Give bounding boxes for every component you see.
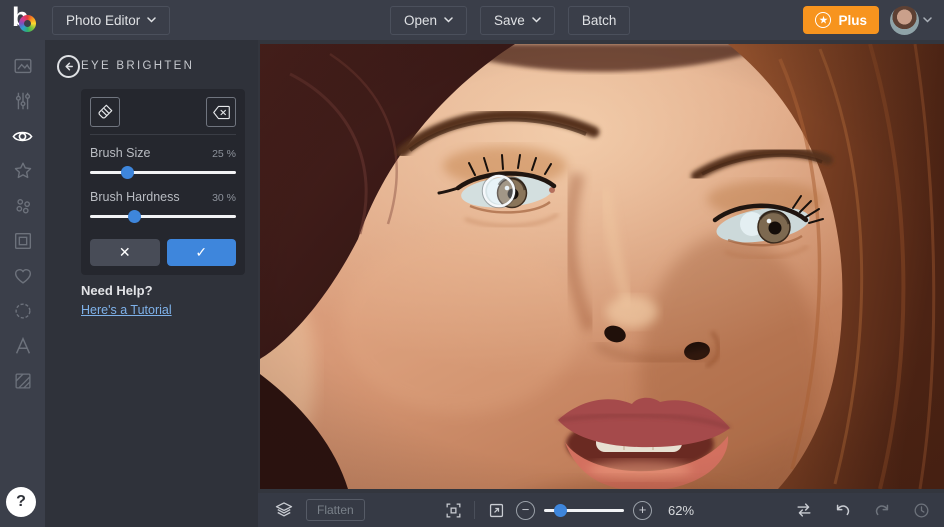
sidebar-item-adjust[interactable] xyxy=(0,85,45,120)
sidebar-item-frames[interactable] xyxy=(0,225,45,260)
photo-icon xyxy=(12,55,34,80)
chevron-down-icon xyxy=(532,17,541,23)
paintbrush-icon xyxy=(96,103,114,121)
frame-icon xyxy=(12,230,34,255)
heart-icon xyxy=(12,265,34,290)
back-button[interactable] xyxy=(57,55,80,78)
sidebar-item-overlays[interactable] xyxy=(0,295,45,330)
apply-button[interactable]: ✓ xyxy=(167,239,237,266)
sidebar-item-edit[interactable] xyxy=(0,50,45,85)
open-in-new-icon xyxy=(487,501,506,520)
batch-button[interactable]: Batch xyxy=(568,6,631,35)
tool-rail: ? xyxy=(0,40,45,527)
open-button[interactable]: Open xyxy=(390,6,467,35)
brush-settings-card: Brush Size 25 % Brush Hardness 30 % ✕ xyxy=(81,89,245,275)
logo-color-wheel-icon xyxy=(19,15,36,32)
need-help-heading: Need Help? xyxy=(81,283,172,298)
zoom-in-button[interactable]: + xyxy=(633,501,652,520)
zoom-slider-handle[interactable] xyxy=(554,504,567,517)
sliders-icon xyxy=(12,90,34,115)
help-button[interactable]: ? xyxy=(6,487,36,517)
sidebar-item-textures[interactable] xyxy=(0,365,45,400)
avatar xyxy=(890,6,919,35)
clock-history-icon xyxy=(912,501,931,520)
dots-cluster-icon xyxy=(12,195,34,220)
star-icon xyxy=(12,160,34,185)
brush-hardness-slider-handle[interactable] xyxy=(128,210,141,223)
chevron-down-icon xyxy=(147,17,156,23)
app-switcher-button[interactable]: Photo Editor xyxy=(52,6,170,35)
canvas-area: Flatten − + xyxy=(258,40,944,527)
backspace-erase-icon xyxy=(212,104,231,121)
portrait-photo[interactable] xyxy=(260,44,944,489)
fullscreen-button[interactable] xyxy=(483,497,509,523)
sidebar-item-text[interactable] xyxy=(0,330,45,365)
brush-tool-button[interactable] xyxy=(90,97,120,127)
brush-size-slider-handle[interactable] xyxy=(121,166,134,179)
sidebar-item-effects[interactable] xyxy=(0,155,45,190)
canvas-toolbar: Flatten − + xyxy=(258,493,944,527)
history-button[interactable] xyxy=(908,497,934,523)
star-badge-icon: ★ xyxy=(815,12,831,28)
brush-size-slider[interactable] xyxy=(90,166,236,179)
layers-icon xyxy=(274,500,294,520)
texture-icon xyxy=(12,370,34,395)
fit-screen-icon xyxy=(444,501,463,520)
save-button[interactable]: Save xyxy=(480,6,555,35)
text-icon xyxy=(12,335,34,360)
brush-size-label: Brush Size xyxy=(90,146,150,160)
eye-icon xyxy=(11,125,34,151)
layers-button[interactable] xyxy=(271,497,297,523)
badge-seal-icon xyxy=(12,300,34,325)
brush-cursor xyxy=(483,175,516,208)
befunky-logo-icon[interactable]: b xyxy=(12,4,40,36)
zoom-slider[interactable] xyxy=(544,504,624,517)
arrow-left-icon xyxy=(62,60,75,73)
eraser-tool-button[interactable] xyxy=(206,97,236,127)
undo-button[interactable] xyxy=(830,497,856,523)
brush-size-value: 25 % xyxy=(212,148,236,160)
sidebar-item-graphics[interactable] xyxy=(0,260,45,295)
eye-brighten-panel: EYE BRIGHTEN Brush Size 25 % xyxy=(45,40,258,527)
tutorial-link[interactable]: Here's a Tutorial xyxy=(81,303,172,317)
zoom-out-button[interactable]: − xyxy=(516,501,535,520)
redo-icon xyxy=(872,500,892,520)
page-title: EYE BRIGHTEN xyxy=(81,60,194,72)
sidebar-item-touchup[interactable] xyxy=(0,120,45,155)
chevron-down-icon xyxy=(923,17,932,23)
photo-editor-app: b Photo Editor Open Save B xyxy=(0,0,944,527)
brush-hardness-value: 30 % xyxy=(212,192,236,204)
compare-arrows-icon xyxy=(794,500,814,520)
app-title: Photo Editor xyxy=(66,13,140,28)
brush-hardness-slider[interactable] xyxy=(90,210,236,223)
upgrade-plus-button[interactable]: ★ Plus xyxy=(803,6,879,34)
compare-button[interactable] xyxy=(791,497,817,523)
account-area: ★ Plus xyxy=(803,6,932,35)
undo-icon xyxy=(833,500,853,520)
chevron-down-icon xyxy=(444,17,453,23)
flatten-button[interactable]: Flatten xyxy=(306,499,365,521)
sidebar-item-artsy[interactable] xyxy=(0,190,45,225)
zoom-level: 62% xyxy=(668,503,694,518)
top-bar: b Photo Editor Open Save B xyxy=(0,0,944,40)
user-menu[interactable] xyxy=(890,6,932,35)
redo-button[interactable] xyxy=(869,497,895,523)
cancel-button[interactable]: ✕ xyxy=(90,239,160,266)
brush-hardness-label: Brush Hardness xyxy=(90,190,180,204)
fit-to-screen-button[interactable] xyxy=(440,497,466,523)
file-actions: Open Save Batch xyxy=(390,0,630,40)
